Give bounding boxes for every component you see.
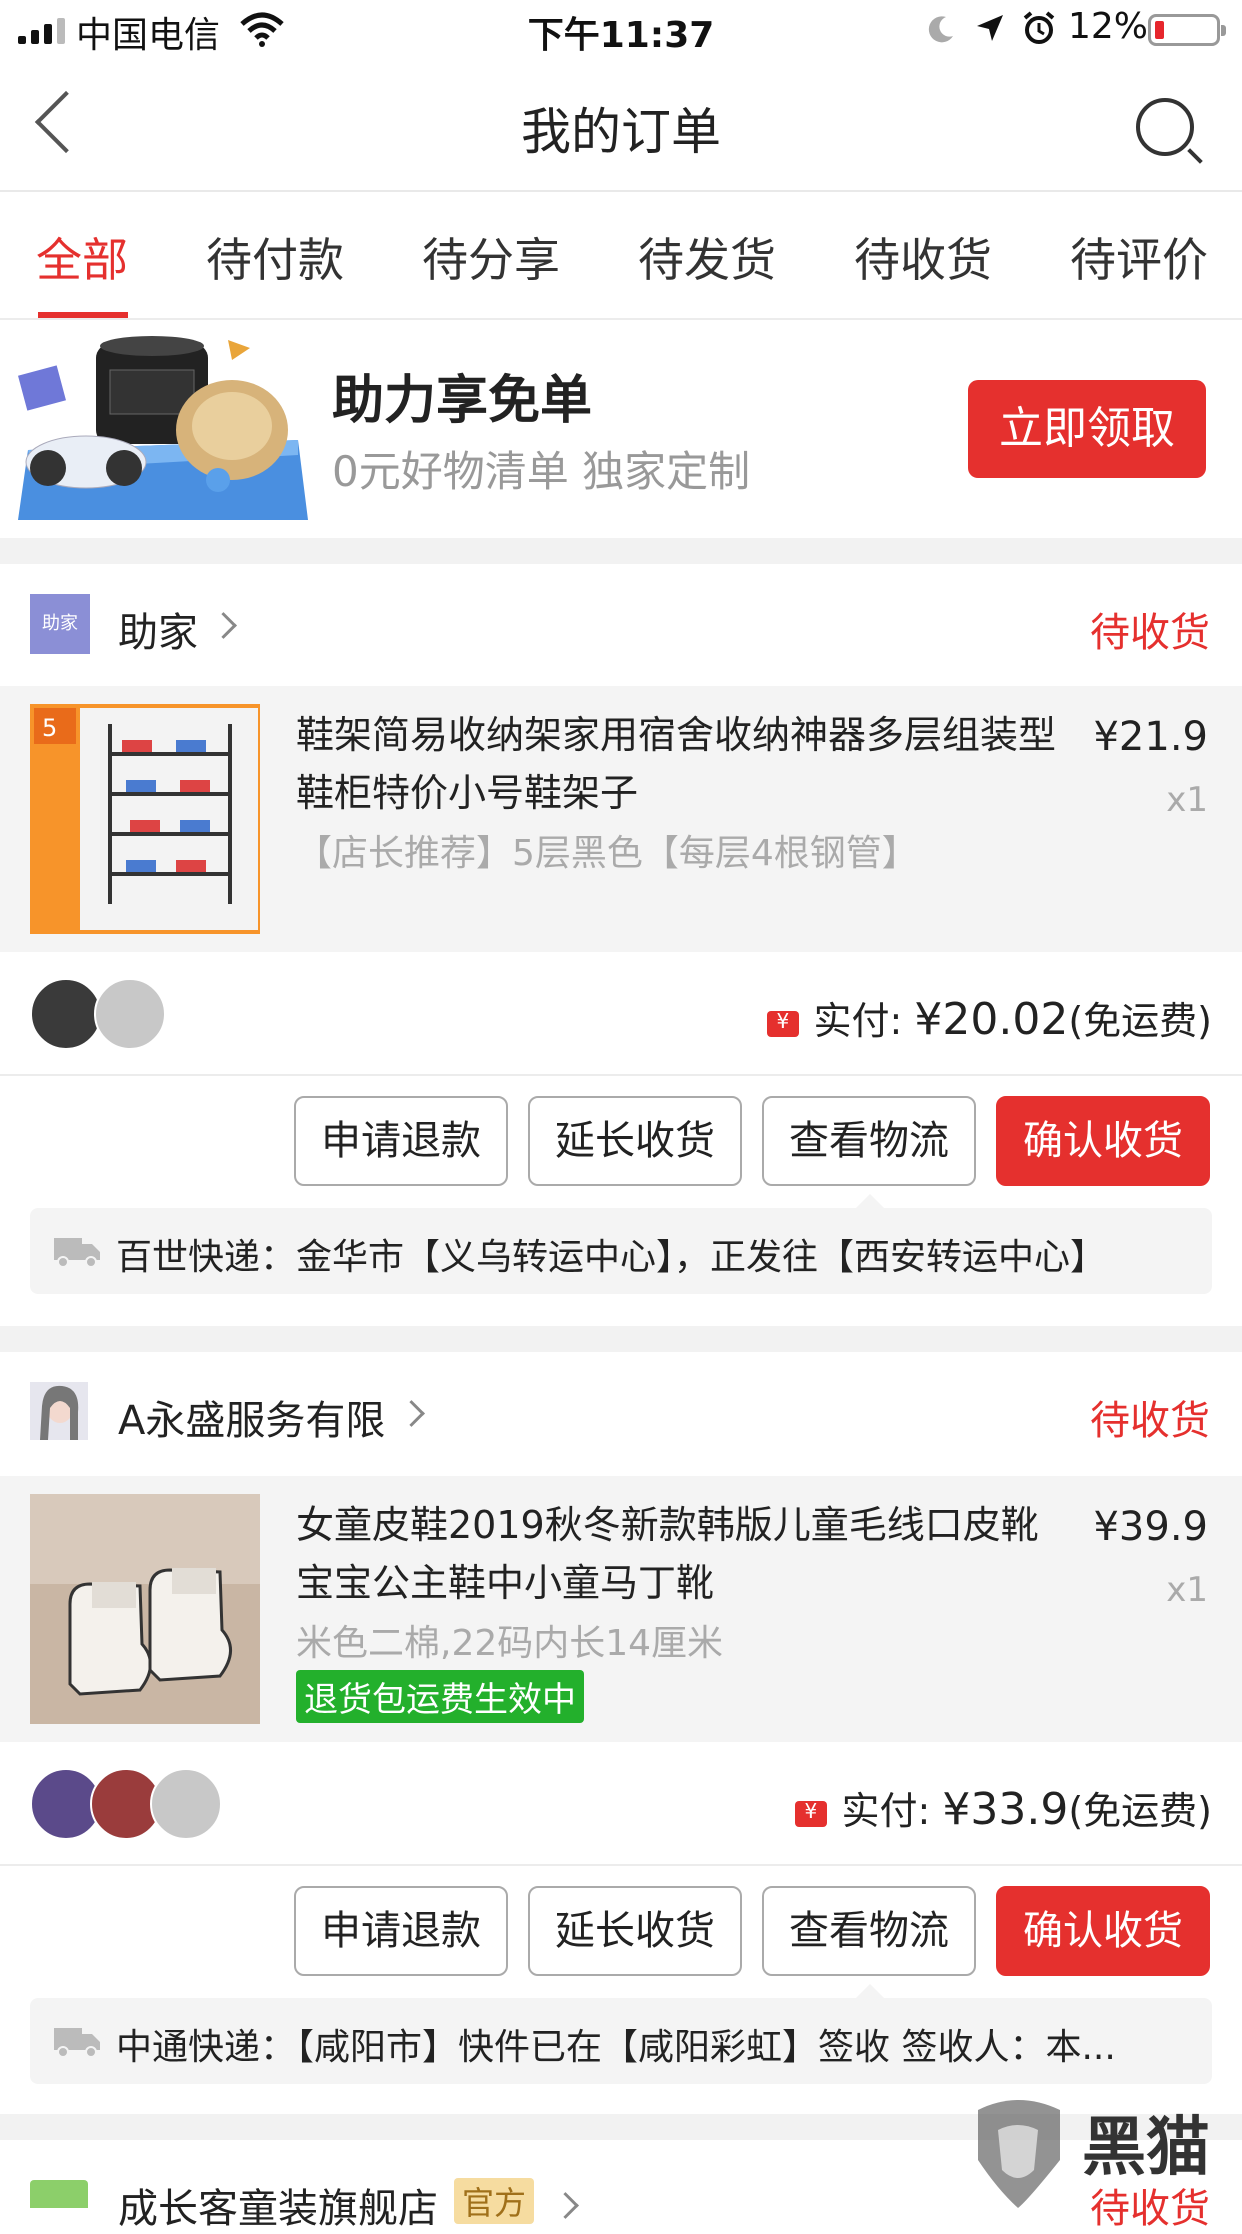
refund-button[interactable]: 申请退款 (294, 1096, 508, 1186)
chevron-right-icon[interactable] (210, 612, 237, 639)
logistics-pointer (856, 1194, 884, 1208)
payment-icon (795, 1799, 828, 1827)
truck-icon (54, 1238, 100, 1268)
payment-icon (767, 1009, 800, 1037)
claim-now-button[interactable]: 立即领取 (968, 380, 1206, 478)
buyer-avatar (30, 978, 102, 1050)
divider (0, 1074, 1242, 1076)
svg-text:5: 5 (42, 714, 57, 742)
divider (0, 1864, 1242, 1866)
return-shipping-badge: 退货包运费生效中 (296, 1670, 584, 1723)
order-status: 待收货 (1090, 610, 1210, 656)
extend-receipt-button[interactable]: 延长收货 (528, 1096, 742, 1186)
tab-all[interactable]: 全部 (36, 224, 128, 290)
product-thumbnail[interactable]: 5 (30, 704, 260, 934)
location-arrow-icon (977, 15, 1003, 41)
logistics-info[interactable]: 中通快递：【咸阳市】快件已在【咸阳彩虹】签收 签收人：本... (30, 1998, 1212, 2084)
tab-pending-review[interactable]: 待评价 (1070, 224, 1208, 290)
tab-pending-payment[interactable]: 待付款 (206, 224, 344, 290)
shop-name[interactable]: A永盛服务有限 (118, 1388, 385, 1446)
view-logistics-button[interactable]: 查看物流 (762, 1886, 976, 1976)
product-quantity: x1 (1166, 780, 1208, 820)
buyer-avatar (94, 978, 166, 1050)
order-tabs: 全部 待付款 待分享 待发货 待收货 待评价 (0, 192, 1242, 320)
view-logistics-button[interactable]: 查看物流 (762, 1096, 976, 1186)
shipping-note: (免运费) (1068, 999, 1212, 1043)
shop-name[interactable]: 成长客童装旗舰店 (118, 2176, 438, 2234)
official-tag: 官方 (454, 2178, 535, 2224)
shop-avatar (30, 1382, 88, 1440)
tab-pending-shipment[interactable]: 待发货 (638, 224, 776, 290)
logistics-pointer (856, 1984, 884, 1998)
product-thumbnail[interactable] (30, 1494, 260, 1724)
watermark-text: 黑猫 (1082, 2111, 1210, 2185)
buyer-avatar (150, 1768, 222, 1840)
section-divider (0, 538, 1242, 564)
logistics-info[interactable]: 百世快递：金华市【义乌转运中心】，正发往【西安转运中心】 (30, 1208, 1212, 1294)
paid-amount: ¥33.9 (942, 1784, 1069, 1835)
section-divider (0, 1326, 1242, 1352)
confirm-receipt-button[interactable]: 确认收货 (996, 1096, 1210, 1186)
page-title: 我的订单 (521, 103, 721, 161)
product-title[interactable]: 鞋架简易收纳架家用宿舍收纳神器多层组装型鞋柜特价小号鞋架子 (296, 706, 1056, 822)
extend-receipt-button[interactable]: 延长收货 (528, 1886, 742, 1976)
product-spec: 米色二棉,22码内长14厘米 (296, 1623, 724, 1664)
logistics-text: 中通快递：【咸阳市】快件已在【咸阳彩虹】签收 签收人：本... (116, 2027, 1116, 2068)
active-tab-indicator (38, 312, 128, 318)
paid-label: 实付: (841, 1789, 943, 1833)
battery-icon (1148, 14, 1226, 46)
tab-pending-receipt[interactable]: 待收货 (854, 224, 992, 290)
product-price: ¥21.9 (1093, 714, 1208, 760)
product-title[interactable]: 女童皮鞋2019秋冬新款韩版儿童毛线口皮靴宝宝公主鞋中小童马丁靴 (296, 1496, 1056, 1612)
confirm-receipt-button[interactable]: 确认收货 (996, 1886, 1210, 1976)
chevron-right-icon[interactable] (552, 2192, 579, 2219)
status-bar: 中国电信 下午11:37 12% (0, 0, 1242, 62)
moon-icon (928, 16, 953, 43)
order-status: 待收货 (1090, 1398, 1210, 1444)
tab-pending-share[interactable]: 待分享 (422, 224, 560, 290)
paid-label: 实付: (813, 999, 915, 1043)
search-icon[interactable] (1136, 98, 1194, 156)
logistics-text: 百世快递：金华市【义乌转运中心】，正发往【西安转运中心】 (116, 1237, 1107, 1278)
shop-name[interactable]: 助家 (118, 600, 198, 658)
nav-bar: 我的订单 (0, 62, 1242, 192)
shop-avatar: 助家 (30, 594, 90, 654)
paid-summary: 实付: ¥20.02(免运费) (600, 990, 1212, 1045)
chevron-right-icon[interactable] (398, 1400, 425, 1427)
product-quantity: x1 (1166, 1570, 1208, 1610)
truck-icon (54, 2028, 100, 2058)
paid-summary: 实付: ¥33.9(免运费) (600, 1780, 1212, 1835)
battery-percent: 12% (1068, 6, 1149, 47)
product-spec: 【店长推荐】5层黑色【每层4根钢管】 (296, 833, 918, 874)
paid-amount: ¥20.02 (914, 994, 1069, 1045)
promo-banner[interactable]: 助力享免单 0元好物清单 独家定制 立即领取 (0, 320, 1242, 538)
refund-button[interactable]: 申请退款 (294, 1886, 508, 1976)
shipping-note: (免运费) (1068, 1789, 1212, 1833)
banner-subtitle: 0元好物清单 独家定制 (332, 447, 751, 496)
banner-title: 助力享免单 (332, 371, 593, 431)
alarm-icon (1023, 11, 1055, 44)
promo-products-image (18, 336, 308, 520)
shop-avatar (30, 2180, 88, 2208)
product-price: ¥39.9 (1093, 1504, 1208, 1550)
